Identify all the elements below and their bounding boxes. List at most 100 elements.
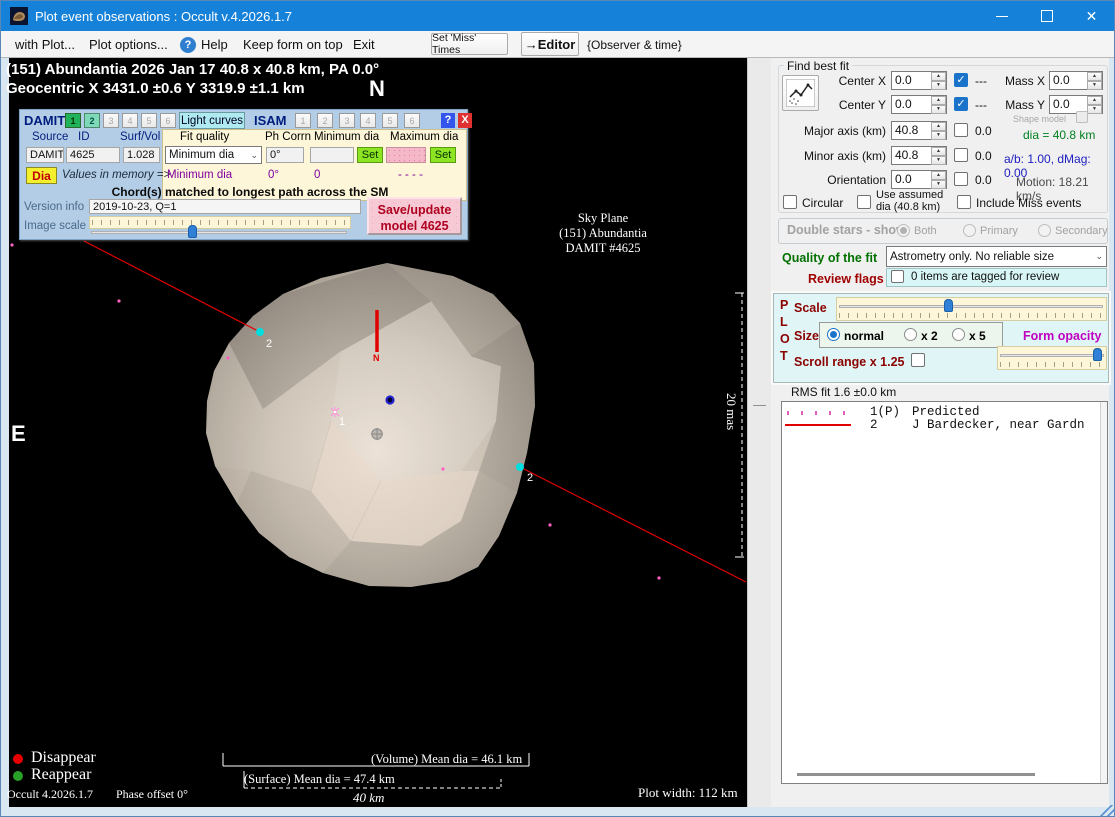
down-arrow-icon[interactable]	[931, 81, 946, 90]
up-arrow-icon[interactable]	[931, 72, 946, 81]
help-icon[interactable]: ?	[180, 37, 196, 53]
list-horizontal-scrollbar[interactable]	[797, 773, 1035, 776]
use-assumed-checkbox[interactable]	[857, 195, 871, 209]
up-arrow-icon[interactable]	[1087, 72, 1102, 81]
circular-checkbox[interactable]	[783, 195, 797, 209]
minimize-button[interactable]	[979, 1, 1024, 31]
damit-tab-2[interactable]: 2	[84, 113, 100, 128]
scale-slider-thumb[interactable]	[944, 299, 953, 312]
damit-tab-6[interactable]: 6	[160, 113, 176, 128]
down-arrow-icon[interactable]	[931, 180, 946, 189]
menu-with-plot[interactable]: with Plot...	[15, 37, 75, 52]
ph-corrn-field[interactable]: 0°	[266, 147, 304, 163]
surfvol-field[interactable]: 1.028	[123, 147, 160, 163]
shape-model-checkbox[interactable]	[1076, 111, 1088, 123]
center-y-spinner[interactable]: 0.0	[891, 95, 947, 114]
isam-tab-4[interactable]: 4	[360, 113, 376, 128]
close-button[interactable]	[1069, 1, 1114, 31]
down-arrow-icon[interactable]	[931, 156, 946, 165]
fit-chart-button[interactable]	[782, 75, 819, 111]
down-arrow-icon[interactable]	[931, 131, 946, 140]
id-field[interactable]: 4625	[66, 147, 120, 163]
light-curves-button[interactable]: Light curves	[179, 112, 245, 129]
up-arrow-icon[interactable]	[931, 96, 946, 105]
set-miss-times-button[interactable]: Set 'Miss' Times	[431, 33, 508, 55]
min-dia-field[interactable]	[310, 147, 354, 163]
menu-plot-options[interactable]: Plot options...	[89, 37, 168, 52]
size-x5-radio[interactable]	[952, 328, 965, 341]
isam-tab-3[interactable]: 3	[339, 113, 355, 128]
size-normal-radio[interactable]	[827, 328, 840, 341]
plot-width-label: Plot width: 112 km	[638, 785, 738, 801]
set-max-dia-button[interactable]: Set	[430, 147, 456, 163]
minor-axis-spinner[interactable]: 40.8	[891, 146, 947, 165]
chord-2-line-left[interactable]	[84, 241, 260, 332]
resize-grip[interactable]	[1098, 805, 1114, 817]
observer-list[interactable]: 1(P) Predicted 2 J Bardecker, near Gardn	[781, 401, 1108, 784]
image-scale-slider-thumb[interactable]	[188, 225, 197, 238]
down-arrow-icon[interactable]	[931, 105, 946, 114]
dia-button[interactable]: Dia	[26, 167, 57, 184]
chord-2-line-right[interactable]	[520, 467, 746, 582]
damit-help-button[interactable]: ?	[441, 113, 455, 128]
menu-exit[interactable]: Exit	[353, 37, 375, 52]
major-axis-checkbox[interactable]	[954, 123, 968, 137]
set-min-dia-button[interactable]: Set	[357, 147, 383, 163]
double-both-radio[interactable]	[897, 224, 910, 237]
down-arrow-icon[interactable]	[1087, 81, 1102, 90]
max-dia-field[interactable]	[386, 147, 426, 163]
isam-tab-5[interactable]: 5	[382, 113, 398, 128]
center-x-flag: ---	[975, 74, 987, 88]
save-update-button[interactable]: Save/update model 4625	[367, 197, 462, 235]
maximize-button[interactable]	[1024, 1, 1069, 31]
opacity-slider-track[interactable]	[1000, 354, 1104, 357]
version-info-field[interactable]: 2019-10-23, Q=1	[89, 199, 361, 214]
double-secondary-radio[interactable]	[1038, 224, 1051, 237]
opacity-slider-strip	[997, 346, 1107, 370]
source-field[interactable]: DAMIT	[26, 147, 64, 163]
center-x-spinner[interactable]: 0.0	[891, 71, 947, 90]
up-arrow-icon[interactable]	[931, 122, 946, 131]
isam-tab-6[interactable]: 6	[404, 113, 420, 128]
orientation-spinner[interactable]: 0.0	[891, 170, 947, 189]
fit-quality-combo[interactable]: Minimum dia ⌄	[165, 146, 262, 164]
center-x-checkbox[interactable]	[954, 73, 968, 87]
double-primary-radio[interactable]	[963, 224, 976, 237]
include-miss-checkbox[interactable]	[957, 195, 971, 209]
scroll-range-checkbox[interactable]	[911, 353, 925, 367]
center-y-checkbox[interactable]	[954, 97, 968, 111]
major-axis-spinner[interactable]: 40.8	[891, 121, 947, 140]
image-scale-track[interactable]	[91, 231, 347, 234]
list-vertical-scrollbar[interactable]	[1100, 402, 1108, 783]
up-arrow-icon[interactable]	[1087, 96, 1102, 105]
quality-combo[interactable]: Astrometry only. No reliable size ⌄	[886, 246, 1107, 267]
minor-axis-flag: 0.0	[975, 149, 992, 163]
menu-help[interactable]: Help	[201, 37, 228, 52]
damit-close-button[interactable]: X	[458, 113, 472, 128]
review-flags-checkbox[interactable]	[891, 270, 904, 283]
minimize-icon	[996, 16, 1008, 17]
mass-x-spinner[interactable]: 0.0	[1049, 71, 1103, 90]
damit-tab-1[interactable]: 1	[65, 113, 81, 128]
orientation-checkbox[interactable]	[954, 172, 968, 186]
size-x2-radio[interactable]	[904, 328, 917, 341]
damit-tab-5[interactable]: 5	[141, 113, 157, 128]
menu-keep-on-top[interactable]: Keep form on top	[243, 37, 343, 52]
scale-slider-track[interactable]	[839, 305, 1103, 308]
splitter-handle[interactable]	[753, 405, 766, 408]
damit-tab-3[interactable]: 3	[103, 113, 119, 128]
up-arrow-icon[interactable]	[931, 147, 946, 156]
isam-tab-1[interactable]: 1	[295, 113, 311, 128]
chevron-down-icon: ⌄	[1095, 251, 1103, 262]
predicted-row-marker	[787, 411, 849, 415]
damit-tab-4[interactable]: 4	[122, 113, 138, 128]
chord-2-disappear-marker[interactable]	[256, 328, 264, 336]
down-arrow-icon[interactable]	[1087, 105, 1102, 114]
chord-2-reappear-marker[interactable]	[516, 463, 524, 471]
minor-axis-checkbox[interactable]	[954, 148, 968, 162]
isam-tab-2[interactable]: 2	[317, 113, 333, 128]
up-arrow-icon[interactable]	[931, 171, 946, 180]
opacity-slider-thumb[interactable]	[1093, 348, 1102, 361]
predicted-star-marker[interactable]	[387, 397, 394, 404]
editor-button[interactable]: →Editor	[521, 32, 579, 56]
